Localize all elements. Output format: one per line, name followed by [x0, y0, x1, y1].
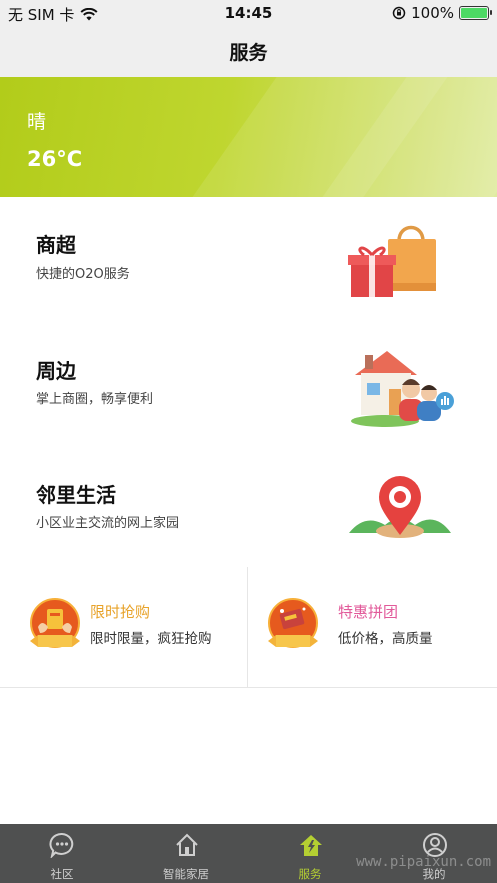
weather-banner[interactable]: 晴 26°C [0, 77, 497, 197]
tab-label: 智能家居 [163, 867, 209, 881]
watermark: www.pipaixun.com [356, 854, 491, 870]
flash-sale-badge-icon [30, 598, 80, 648]
service-subtitle: 掌上商圈，畅享便利 [36, 392, 154, 407]
tab-services[interactable]: 服务 [248, 824, 372, 883]
group-buy-badge-icon [268, 598, 318, 648]
status-bar: 无 SIM 卡 14:45 100% [0, 0, 497, 26]
tab-smart-home[interactable]: 智能家居 [124, 824, 248, 883]
page-title: 服务 [229, 42, 268, 64]
promo-title: 限时抢购 [90, 603, 151, 621]
tab-label: 社区 [50, 867, 74, 881]
promo-group-buy[interactable]: 特惠拼团 低价格，高质量 [248, 567, 495, 687]
service-item-supermarket[interactable]: 商超 快捷的O2O服务 [0, 197, 497, 321]
service-subtitle: 小区业主交流的网上家园 [36, 516, 180, 531]
weather-temperature: 26°C [27, 147, 83, 171]
weather-condition: 晴 [27, 111, 47, 133]
promo-title: 特惠拼团 [338, 603, 399, 621]
service-item-nearby[interactable]: 周边 掌上商圈，畅享便利 [0, 321, 497, 445]
service-title: 周边 [36, 359, 76, 383]
service-item-neighborhood[interactable]: 邻里生活 小区业主交流的网上家园 [0, 445, 497, 569]
orientation-lock-icon [392, 6, 406, 20]
battery-icon [459, 6, 492, 20]
service-title: 邻里生活 [36, 483, 116, 507]
service-house-icon [300, 835, 322, 856]
navigation-bar: 服务 [0, 26, 497, 78]
tab-community[interactable]: 社区 [0, 824, 124, 883]
tab-label: 服务 [298, 867, 322, 881]
promo-subtitle: 低价格，高质量 [338, 631, 433, 647]
promo-flash-sale[interactable]: 限时抢购 限时限量，疯狂抢购 [0, 567, 247, 687]
battery-percent: 100% [411, 4, 454, 22]
map-pin-icon [349, 476, 451, 538]
home-icon [176, 833, 198, 856]
service-title: 商超 [36, 233, 76, 257]
promo-section: 限时抢购 限时限量，疯狂抢购 特惠拼团 低价格，高质量 [0, 567, 497, 688]
status-right: 100% [392, 4, 492, 22]
promo-subtitle: 限时限量，疯狂抢购 [90, 631, 212, 647]
chat-bubble-icon [49, 832, 74, 858]
shopping-bag-gift-icon [348, 225, 436, 297]
service-subtitle: 快捷的O2O服务 [36, 267, 130, 282]
tab-bar: 社区 智能家居 服务 我的 www.pipaixun.com [0, 824, 497, 883]
house-people-icon [351, 351, 454, 427]
